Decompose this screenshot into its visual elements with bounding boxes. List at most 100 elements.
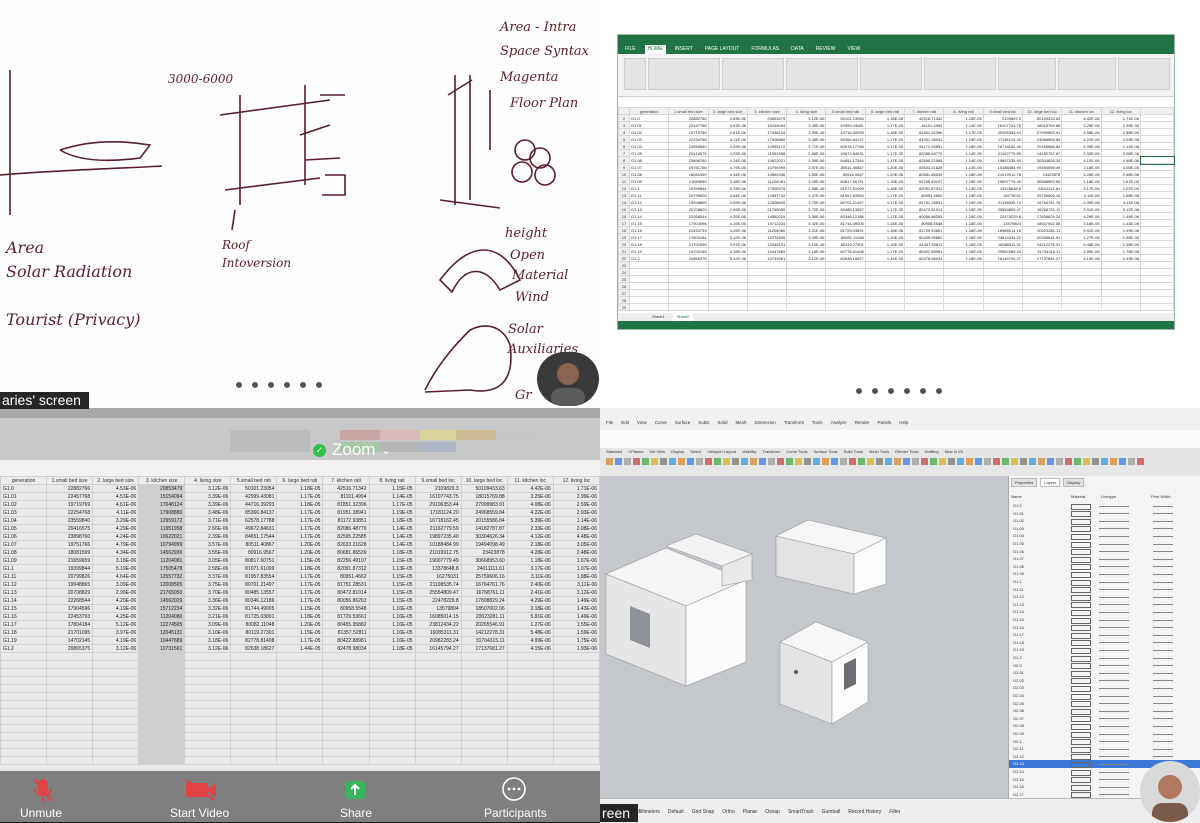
cell[interactable] <box>1140 177 1174 185</box>
cell[interactable] <box>1100 275 1142 283</box>
cell[interactable] <box>668 282 709 290</box>
cell[interactable] <box>368 652 416 661</box>
row-number[interactable]: 28 <box>618 296 630 304</box>
start-video-button[interactable]: Start Video <box>170 806 229 820</box>
row-number[interactable]: 18 <box>618 226 630 234</box>
tool-icon[interactable] <box>993 458 1000 465</box>
participant-video[interactable] <box>537 352 599 406</box>
cell[interactable]: 4.29E-06 <box>92 524 140 533</box>
tool-icon[interactable] <box>786 458 793 465</box>
row-number[interactable]: 14 <box>618 198 630 206</box>
perspective-viewport[interactable] <box>600 476 1008 798</box>
cell[interactable]: 2.48E-06 <box>1100 170 1142 178</box>
cell[interactable]: 82086.48779 <box>322 524 370 533</box>
cell[interactable]: 3.11E-06 <box>1061 191 1102 199</box>
cell[interactable] <box>368 748 416 757</box>
table-row[interactable]: 19 G1.17 17804184 5.12E-06 12274505 3.09E-06 8… <box>618 233 1174 241</box>
cell[interactable]: 80346.12186 <box>825 212 866 220</box>
cell[interactable]: 2.58E-06 <box>184 564 232 573</box>
cell[interactable] <box>668 275 709 283</box>
layer-color-swatch[interactable] <box>1071 533 1091 540</box>
cell[interactable] <box>0 732 48 741</box>
cell[interactable]: 22254768 <box>46 508 94 517</box>
cell[interactable] <box>138 684 186 693</box>
cell[interactable]: 62578.17788 <box>230 516 278 525</box>
cell[interactable]: 16718162.45 <box>982 142 1023 150</box>
cell[interactable]: 81172.93851 <box>322 516 370 525</box>
cell[interactable]: 1.17E-05 <box>276 524 324 533</box>
cell[interactable]: 4.25E-06 <box>92 612 140 621</box>
column-header[interactable]: generation <box>0 476 48 485</box>
layer-row[interactable]: G2.07 <box>1009 715 1200 723</box>
table-row[interactable]: 11 G1.09 21659659 3.18E-06 11204081 3.05E-06 8… <box>618 177 1174 185</box>
cell[interactable]: 3.12E-06 <box>786 114 827 122</box>
cell[interactable]: G1.18 <box>628 240 670 248</box>
cell[interactable] <box>184 660 232 669</box>
cell[interactable]: 42999.43081 <box>825 121 866 129</box>
cell[interactable] <box>1061 282 1102 290</box>
cell[interactable] <box>414 700 462 709</box>
cell[interactable] <box>460 660 508 669</box>
ribbon-tab[interactable]: DATA <box>788 45 807 54</box>
table-row[interactable]: G1.06 23898760 4.24E-06 10622021 2.39E-06 846… <box>0 532 600 541</box>
cell[interactable]: 82086.48779 <box>904 149 945 157</box>
table-row[interactable] <box>0 700 600 709</box>
cell[interactable] <box>552 708 600 717</box>
cell[interactable]: 1.17E-05 <box>864 191 906 199</box>
cell[interactable]: 18081599 <box>668 170 709 178</box>
cell[interactable] <box>460 668 508 677</box>
cell[interactable]: 49672.84631 <box>230 524 278 533</box>
cell[interactable]: 1.93E-06 <box>1100 254 1142 262</box>
cell[interactable]: 1.43E-06 <box>1100 219 1142 227</box>
cell[interactable]: 84651.17544 <box>230 532 278 541</box>
cell[interactable]: 17908880 <box>138 508 186 517</box>
cell[interactable] <box>506 708 554 717</box>
row-number[interactable]: 2 <box>618 114 630 122</box>
cell[interactable]: 3.12E-06 <box>1100 205 1142 213</box>
cell[interactable]: 31704315.11 <box>1021 247 1063 255</box>
table-row[interactable]: G1.01 22457768 4.53E-06 15154094 3.39E-06 429… <box>0 492 600 501</box>
cell[interactable]: 4.20E-06 <box>707 212 748 220</box>
cell[interactable]: 1.49E-06 <box>552 596 600 605</box>
cell[interactable]: 4.15E-06 <box>1061 254 1102 262</box>
cell[interactable]: 4.28E-06 <box>1061 170 1102 178</box>
cell[interactable]: G1.07 <box>0 540 48 549</box>
cell[interactable] <box>1140 261 1174 269</box>
cell[interactable]: 18015769.88 <box>460 492 508 501</box>
cell[interactable] <box>184 684 232 693</box>
cell[interactable] <box>943 303 984 311</box>
status-item[interactable]: Default <box>668 809 684 815</box>
cell[interactable]: 3.37E-06 <box>184 572 232 581</box>
cell[interactable] <box>368 724 416 733</box>
cell[interactable]: 22453793 <box>668 226 709 234</box>
cell[interactable] <box>322 748 370 757</box>
tool-icon[interactable] <box>1128 458 1135 465</box>
layer-row[interactable]: G1.03 <box>1009 525 1200 533</box>
cell[interactable]: 19399844 <box>668 184 709 192</box>
cell[interactable] <box>825 296 866 304</box>
cell[interactable] <box>552 652 600 661</box>
cell[interactable]: 50109433.63 <box>460 484 508 493</box>
cell[interactable]: 4.24E-06 <box>92 532 140 541</box>
cell[interactable]: 81101.4994 <box>904 121 945 129</box>
cell[interactable]: 3.12E-06 <box>786 254 827 262</box>
cell[interactable]: 19494098.49 <box>1021 163 1063 171</box>
cell[interactable]: 21765050 <box>138 588 186 597</box>
cell[interactable]: G1.07 <box>628 163 670 171</box>
layer-color-swatch[interactable] <box>1071 708 1091 715</box>
row-number[interactable]: 15 <box>618 205 630 213</box>
cell[interactable]: 1.59E-06 <box>552 628 600 637</box>
cell[interactable]: 4.19E-06 <box>92 604 140 613</box>
cell[interactable] <box>138 660 186 669</box>
cell[interactable]: 1.55E-06 <box>1100 233 1142 241</box>
cell[interactable]: 3.39E-06 <box>786 121 827 129</box>
table-row[interactable]: 13 G1.11 20799826 4.64E-06 12557732 3.37E-06 8… <box>618 191 1174 199</box>
cell[interactable]: 1.15E-05 <box>943 191 984 199</box>
cell[interactable] <box>786 303 827 311</box>
cell[interactable]: 3.70E-06 <box>184 588 232 597</box>
tool-icon[interactable] <box>840 458 847 465</box>
cell[interactable]: 10188484.99 <box>414 540 462 549</box>
cell[interactable]: G1.13 <box>0 588 48 597</box>
table-row[interactable]: G1.11 20799826 4.64E-06 12557732 3.37E-06 819… <box>0 572 600 581</box>
cell[interactable] <box>138 668 186 677</box>
